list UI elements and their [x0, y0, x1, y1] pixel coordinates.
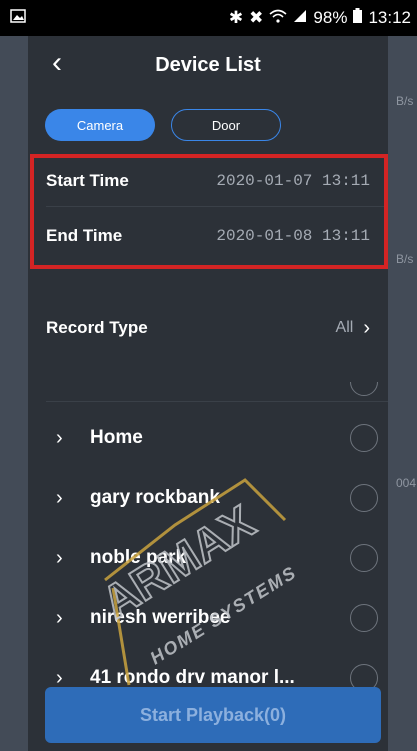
expand-chevron-icon[interactable]: ›: [56, 607, 63, 630]
status-icons: ✱ ✖ 98% 13:12: [229, 8, 411, 28]
wifi-icon: [269, 8, 287, 28]
select-radio[interactable]: [350, 484, 378, 512]
battery-icon: [353, 8, 363, 28]
select-radio[interactable]: [350, 424, 378, 452]
tab-camera[interactable]: Camera: [45, 109, 155, 141]
expand-chevron-icon[interactable]: ›: [56, 547, 63, 570]
list-item[interactable]: › noble park: [28, 528, 388, 588]
device-group-name: gary rockbank: [90, 487, 220, 508]
bluetooth-icon: ✱: [228, 8, 244, 27]
background-page-left: [0, 36, 28, 751]
list-item[interactable]: › niresh werribee: [28, 588, 388, 648]
record-type-value: All: [335, 319, 354, 336]
device-list-panel: ‹ Device List Camera Door Start Time 202…: [28, 36, 388, 751]
nav-bar: ‹ Device List: [28, 36, 388, 94]
list-item[interactable]: › gary rockbank: [28, 468, 388, 528]
device-group-name: 41 rondo drv manor l...: [90, 667, 295, 688]
background-page-right: B/s B/s 004: [388, 36, 417, 751]
bg-rate-label: B/s: [396, 252, 414, 266]
device-group-name: Home: [90, 427, 143, 448]
mute-icon: ✖: [249, 8, 264, 27]
screen: ✱ ✖ 98% 13:12 B/s B/s 004 ‹ Device List …: [0, 0, 417, 751]
bg-rate-label: 004: [396, 476, 417, 490]
device-group-name: noble park: [90, 547, 187, 568]
device-group-name: niresh werribee: [90, 607, 231, 628]
start-playback-button[interactable]: Start Playback(0): [45, 687, 381, 743]
select-radio[interactable]: [350, 544, 378, 572]
select-radio[interactable]: [350, 604, 378, 632]
record-type-row[interactable]: Record Type All ›: [28, 306, 388, 350]
expand-chevron-icon[interactable]: ›: [56, 427, 63, 450]
expand-chevron-icon[interactable]: ›: [56, 487, 63, 510]
list-item[interactable]: › Home: [28, 408, 388, 468]
divider: [46, 401, 388, 402]
chevron-right-icon: ›: [363, 316, 370, 339]
device-list: › Home › gary rockbank › noble park › ni…: [28, 408, 388, 708]
status-bar: ✱ ✖ 98% 13:12: [0, 0, 417, 36]
time-range-highlight-box: [30, 154, 388, 269]
tab-door[interactable]: Door: [171, 109, 281, 141]
bg-rate-label: B/s: [396, 94, 414, 108]
image-notification-icon: [10, 8, 26, 28]
page-title: Device List: [155, 54, 261, 76]
partial-list-item: [28, 382, 388, 396]
signal-icon: [293, 8, 307, 28]
battery-percent: 98%: [313, 8, 348, 27]
radio-icon: [350, 382, 378, 396]
record-type-label: Record Type: [46, 318, 148, 337]
clock: 13:12: [368, 8, 411, 27]
